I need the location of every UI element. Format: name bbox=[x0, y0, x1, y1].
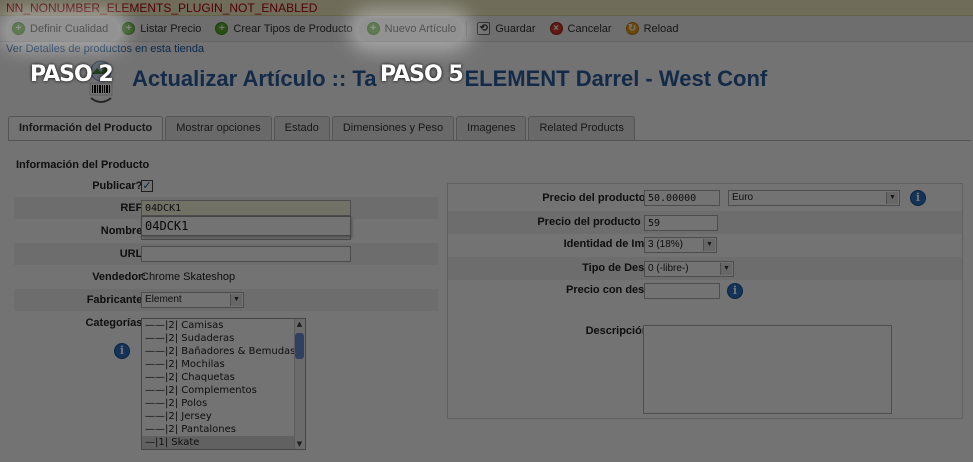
nombre-label: Nombre: bbox=[100, 225, 146, 237]
row-publicar: Publicar?: ✓ bbox=[14, 175, 438, 197]
nuevo-articulo-label: Nuevo Artículo bbox=[384, 22, 457, 35]
vendedor-value: Chrome Skateshop bbox=[141, 271, 236, 283]
chevron-down-icon: ▼ bbox=[230, 294, 242, 306]
currency-value: Euro bbox=[732, 192, 754, 203]
row-precio-neto: Precio del producto (Neto): Euro ▼ i bbox=[448, 187, 962, 210]
plus-circle-icon: + bbox=[122, 22, 136, 35]
plus-circle-icon: + bbox=[215, 22, 229, 35]
info-icon[interactable]: i bbox=[114, 343, 130, 359]
reload-button[interactable]: ↻ Reload bbox=[625, 22, 679, 35]
category-option[interactable]: ——|2| Polos bbox=[142, 397, 305, 410]
product-tabs: Información del Producto Mostrar opcione… bbox=[8, 116, 637, 141]
cancelar-label: Cancelar bbox=[567, 22, 612, 35]
plugin-warning: NN_NONUMBER_ELEMENTS_PLUGIN_NOT_ENABLED bbox=[0, 0, 973, 16]
callout-paso-2: PASO 2 bbox=[30, 62, 114, 87]
toolbar-divider bbox=[466, 20, 468, 37]
descripcion-corta-textarea[interactable] bbox=[643, 325, 892, 414]
guardar-button[interactable]: ⟲ Guardar bbox=[477, 22, 536, 35]
precio-bruto-input[interactable] bbox=[644, 215, 718, 231]
tab-imagenes[interactable]: Imagenes bbox=[456, 116, 527, 140]
tab-dimensiones[interactable]: Dimensiones y Peso bbox=[331, 116, 455, 140]
info-icon[interactable]: i bbox=[910, 190, 926, 206]
category-option[interactable]: ——|2| Sudaderas bbox=[142, 332, 305, 345]
category-option[interactable]: ——|2| Jersey bbox=[142, 410, 305, 423]
tipo-descuento-value: 0 (-libre-) bbox=[648, 263, 689, 274]
plus-circle-icon: + bbox=[12, 22, 25, 35]
crear-tipos-button[interactable]: + Crear Tipos de Producto bbox=[215, 22, 353, 35]
category-option[interactable]: ——|2| Bañadores & Bemudas bbox=[142, 345, 305, 358]
impuesto-value: 3 (18%) bbox=[648, 239, 684, 250]
tab-related-products[interactable]: Related Products bbox=[528, 116, 635, 140]
scrollbar-thumb[interactable] bbox=[295, 333, 304, 359]
ref-input[interactable] bbox=[141, 200, 351, 216]
fabricante-label: Fabricante: bbox=[86, 294, 146, 306]
chevron-down-icon: ▼ bbox=[886, 192, 898, 204]
row-tipo-descuento: Tipo de Descuento: 0 (-libre-) ▼ bbox=[448, 257, 962, 280]
fabricante-value: Element bbox=[145, 294, 182, 305]
toolbar: + Definir Cualidad + Listar Precio + Cre… bbox=[0, 16, 973, 42]
listar-precio-label: Listar Precio bbox=[140, 22, 202, 35]
crear-tipos-label: Crear Tipos de Producto bbox=[233, 22, 353, 35]
url-input[interactable] bbox=[141, 246, 351, 262]
tab-mostrar-opciones[interactable]: Mostrar opciones bbox=[165, 116, 272, 140]
listbox-scrollbar[interactable]: ▲ ▼ bbox=[294, 319, 305, 449]
definir-cualidad-label: Definir Cualidad bbox=[30, 22, 109, 35]
category-option[interactable]: —|1| Skate bbox=[142, 436, 305, 449]
reload-icon: ↻ bbox=[625, 22, 639, 35]
plus-circle-icon: + bbox=[366, 22, 380, 35]
row-precio-bruto: Precio del producto (Bruto): bbox=[448, 211, 962, 234]
tab-informacion[interactable]: Información del Producto bbox=[8, 116, 164, 141]
view-store-products-link[interactable]: Ver Detalles de productos en esta tienda bbox=[6, 43, 204, 55]
page-title-end: ELEMENT Darrel - West Conf bbox=[464, 66, 768, 91]
chevron-down-icon: ▼ bbox=[703, 239, 715, 251]
section-title: Información del Producto bbox=[16, 159, 150, 171]
definir-cualidad-button[interactable]: + Definir Cualidad bbox=[12, 22, 108, 35]
tab-estado[interactable]: Estado bbox=[273, 116, 330, 140]
guardar-label: Guardar bbox=[495, 22, 536, 35]
precio-neto-input[interactable] bbox=[644, 190, 720, 206]
row-fabricante: Fabricante: Element ▼ bbox=[14, 289, 438, 311]
fabricante-select[interactable]: Element ▼ bbox=[141, 292, 244, 308]
tipo-descuento-select[interactable]: 0 (-libre-) ▼ bbox=[644, 261, 734, 277]
scroll-down-icon[interactable]: ▼ bbox=[294, 439, 305, 449]
vendedor-label: Vendedor: bbox=[92, 271, 146, 283]
category-option[interactable]: ——|2| Mochilas bbox=[142, 358, 305, 371]
precio-descuento-input[interactable] bbox=[644, 283, 720, 299]
categorias-label: Categorías: bbox=[85, 317, 146, 329]
scroll-up-icon[interactable]: ▲ bbox=[294, 319, 305, 329]
categorias-listbox[interactable]: ——|2| Camisas ——|2| Sudaderas ——|2| Baña… bbox=[141, 318, 306, 450]
listar-precio-button[interactable]: + Listar Precio bbox=[122, 22, 201, 35]
cancelar-button[interactable]: × Cancelar bbox=[549, 22, 612, 35]
nuevo-articulo-button[interactable]: + Nuevo Artículo bbox=[366, 22, 457, 35]
ref-autocomplete-suggestion[interactable]: 04DCK1 bbox=[141, 216, 351, 236]
impuesto-select[interactable]: 3 (18%) ▼ bbox=[644, 237, 717, 253]
cancel-icon: × bbox=[549, 22, 563, 35]
currency-select[interactable]: Euro ▼ bbox=[728, 190, 900, 206]
category-option[interactable]: ——|2| Chaquetas bbox=[142, 371, 305, 384]
page-title-start: Actualizar Artículo :: Ta bbox=[132, 66, 377, 91]
save-icon: ⟲ bbox=[477, 22, 491, 35]
category-option[interactable]: ——|2| Pantalones bbox=[142, 423, 305, 436]
row-impuesto: Identidad de Impuesto: 3 (18%) ▼ bbox=[448, 233, 962, 256]
row-url: URL: bbox=[14, 243, 438, 265]
reload-label: Reload bbox=[643, 22, 679, 35]
publicar-label: Publicar?: bbox=[92, 180, 146, 192]
category-option[interactable]: ——|2| Camisas bbox=[142, 319, 305, 332]
callout-paso-5: PASO 5 bbox=[380, 62, 464, 87]
row-vendedor: Vendedor: Chrome Skateshop bbox=[14, 266, 438, 288]
row-precio-descuento: Precio con descuento: i bbox=[448, 279, 962, 302]
info-icon[interactable]: i bbox=[727, 283, 743, 299]
publicar-checkbox[interactable]: ✓ bbox=[141, 180, 153, 192]
category-option[interactable]: ——|2| Complementos bbox=[142, 384, 305, 397]
chevron-down-icon: ▼ bbox=[720, 263, 732, 275]
